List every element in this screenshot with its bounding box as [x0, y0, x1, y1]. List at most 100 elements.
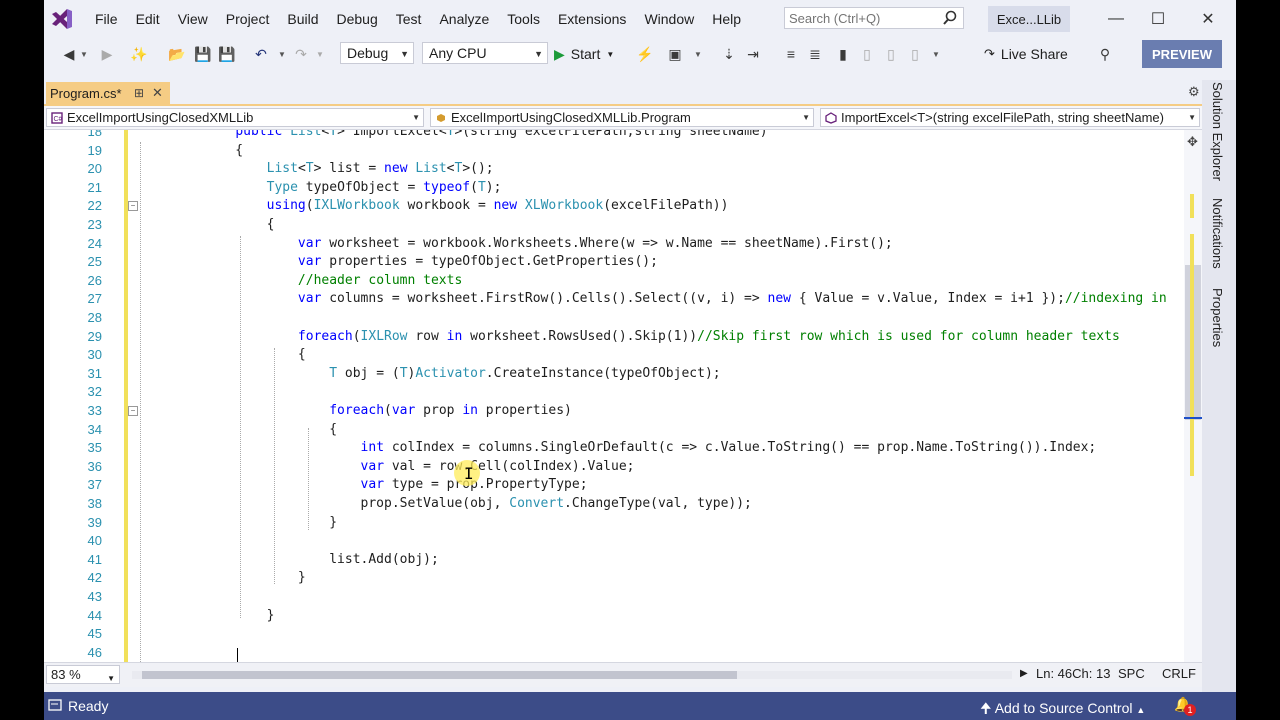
browse-dropdown-icon[interactable]: ▼ [694, 50, 702, 59]
code-line[interactable]: 31 T obj = (T)Activator.CreateInstance(t… [44, 365, 1184, 383]
menu-item-help[interactable]: Help [703, 11, 750, 27]
code-line[interactable]: 40 [44, 532, 1184, 550]
menu-item-analyze[interactable]: Analyze [430, 11, 498, 27]
menu-item-build[interactable]: Build [278, 11, 327, 27]
code-line[interactable]: 45 [44, 625, 1184, 643]
code-line[interactable]: 38 prop.SetValue(obj, Convert.ChangeType… [44, 495, 1184, 513]
toolbar-overflow-icon[interactable]: ▼ [932, 50, 940, 59]
code-line[interactable]: 33 − foreach(var prop in properties) [44, 402, 1184, 420]
code-line[interactable]: 29 foreach(IXLRow row in worksheet.RowsU… [44, 328, 1184, 346]
project-dropdown[interactable]: C# ExcelImportUsingClosedXMLLib ▼ [46, 108, 424, 127]
code-line[interactable]: 42 } [44, 569, 1184, 587]
close-icon[interactable]: ✕ [1188, 6, 1228, 32]
solution-platform-dropdown[interactable]: Any CPU ▼ [422, 42, 548, 64]
navigate-forward-icon[interactable]: ▶ [98, 45, 116, 63]
start-dropdown-icon[interactable]: ▼ [606, 50, 614, 59]
type-dropdown[interactable]: ExcelImportUsingClosedXMLLib.Program ▼ [430, 108, 814, 127]
properties-tab[interactable]: Properties [1210, 288, 1225, 347]
code-line[interactable]: 25 var properties = typeOfObject.GetProp… [44, 253, 1184, 271]
solution-configuration-dropdown[interactable]: Debug ▼ [340, 42, 414, 64]
menu-item-test[interactable]: Test [387, 11, 431, 27]
navigate-back-icon[interactable]: ◀ [60, 45, 78, 63]
editor-horizontal-scrollbar[interactable] [132, 671, 1012, 679]
undo-dropdown-icon[interactable]: ▼ [278, 50, 286, 59]
scroll-right-icon[interactable]: ▶ [1020, 668, 1028, 679]
preview-button[interactable]: PREVIEW [1142, 40, 1222, 68]
line-ending-indicator[interactable]: CRLF [1162, 666, 1196, 681]
step-into-icon[interactable]: ⇣ [720, 45, 738, 63]
search-box[interactable] [784, 7, 964, 29]
maximize-icon[interactable]: ☐ [1138, 6, 1178, 32]
code-line[interactable]: 35 int colIndex = columns.SingleOrDefaul… [44, 439, 1184, 457]
pin-icon[interactable]: ⊞ [134, 86, 144, 100]
code-line[interactable]: 43 [44, 588, 1184, 606]
back-dropdown-icon[interactable]: ▼ [80, 50, 88, 59]
code-line[interactable]: 37 var type = prop.PropertyType; [44, 476, 1184, 494]
menu-item-project[interactable]: Project [217, 11, 279, 27]
new-project-icon[interactable]: ✨ [130, 45, 148, 63]
add-to-source-control-button[interactable]: 🠉 Add to Source Control ▲ [980, 698, 1145, 720]
next-bookmark-icon[interactable]: ▯ [882, 45, 900, 63]
collapse-region-icon[interactable]: − [128, 201, 138, 212]
redo-icon[interactable]: ↷ [292, 45, 310, 63]
code-line[interactable]: 44 } [44, 607, 1184, 625]
code-line[interactable]: 23 { [44, 216, 1184, 234]
zoom-dropdown[interactable]: 83 % ▼ [46, 665, 120, 684]
search-icon[interactable] [943, 10, 957, 26]
tab-program-cs[interactable]: Program.cs* ⊞ ✕ [46, 82, 170, 105]
hot-reload-icon[interactable]: ⚡ [636, 45, 654, 63]
output-window-icon[interactable] [48, 698, 62, 712]
notifications-tab[interactable]: Notifications [1210, 198, 1225, 269]
undo-icon[interactable]: ↶ [252, 45, 270, 63]
code-line[interactable]: 36 var val = row.Cell(colIndex).Value; [44, 458, 1184, 476]
settings-gear-icon[interactable]: ⚙ [1188, 84, 1200, 100]
code-line[interactable]: 41 list.Add(obj); [44, 551, 1184, 569]
split-window-icon[interactable]: ✥ [1187, 134, 1198, 150]
feedback-icon[interactable]: ⚲ [1096, 45, 1114, 63]
code-line[interactable]: 39 } [44, 514, 1184, 532]
member-dropdown[interactable]: ImportExcel<T>(string excelFilePath, str… [820, 108, 1200, 127]
save-all-icon[interactable]: 💾 [218, 45, 236, 63]
bookmark-icon[interactable]: ▮ [834, 45, 852, 63]
redo-dropdown-icon[interactable]: ▼ [316, 50, 324, 59]
menu-item-debug[interactable]: Debug [328, 11, 387, 27]
menu-item-extensions[interactable]: Extensions [549, 11, 635, 27]
menu-item-tools[interactable]: Tools [498, 11, 549, 27]
code-line[interactable]: 28 [44, 309, 1184, 327]
code-line[interactable]: 19 { [44, 142, 1184, 160]
code-line[interactable]: 30 { [44, 346, 1184, 364]
previous-bookmark-icon[interactable]: ▯ [858, 45, 876, 63]
save-icon[interactable]: 💾 [194, 45, 212, 63]
search-input[interactable] [785, 8, 943, 29]
editor-vertical-scrollbar[interactable]: ✥ [1184, 130, 1202, 662]
open-file-icon[interactable]: 📂 [168, 45, 186, 63]
start-debugging-button[interactable]: ▶ Start ▼ [554, 42, 614, 66]
code-line[interactable]: 46 [44, 644, 1184, 662]
code-line[interactable]: 20 List<T> list = new List<T>(); [44, 160, 1184, 178]
clear-bookmarks-icon[interactable]: ▯ [906, 45, 924, 63]
menu-item-edit[interactable]: Edit [127, 11, 169, 27]
code-line[interactable]: 18 public List<T> ImportExcel<T>(string … [44, 130, 1184, 141]
whitespace-indicator[interactable]: SPC [1118, 666, 1145, 681]
code-line[interactable]: 34 { [44, 421, 1184, 439]
code-line[interactable]: 27 var columns = worksheet.FirstRow().Ce… [44, 290, 1184, 308]
code-line[interactable]: 22 − using(IXLWorkbook workbook = new XLW… [44, 197, 1184, 215]
line-column-indicator[interactable]: Ln: 46Ch: 13 [1036, 666, 1110, 681]
close-tab-icon[interactable]: ✕ [152, 85, 163, 101]
code-line[interactable]: 26 //header column texts [44, 272, 1184, 290]
solution-name-badge[interactable]: Exce...LLib [988, 6, 1070, 32]
comment-lines-icon[interactable]: ≣ [806, 45, 824, 63]
format-document-icon[interactable]: ≡ [782, 45, 800, 63]
live-share-button[interactable]: ↷ Live Share [984, 43, 1068, 65]
visual-studio-logo-icon[interactable] [50, 8, 74, 30]
menu-item-window[interactable]: Window [635, 11, 703, 27]
code-line[interactable]: 21 Type typeOfObject = typeof(T); [44, 179, 1184, 197]
code-editor[interactable]: 18 public List<T> ImportExcel<T>(string … [44, 130, 1184, 662]
code-line[interactable]: 24 var worksheet = workbook.Worksheets.W… [44, 235, 1184, 253]
step-over-icon[interactable]: ⇥ [744, 45, 762, 63]
menu-item-view[interactable]: View [169, 11, 217, 27]
menu-item-file[interactable]: File [86, 11, 127, 27]
horizontal-scrollbar-thumb[interactable] [142, 671, 737, 679]
minimize-icon[interactable]: — [1096, 6, 1136, 32]
solution-explorer-tab[interactable]: Solution Explorer [1210, 82, 1225, 181]
